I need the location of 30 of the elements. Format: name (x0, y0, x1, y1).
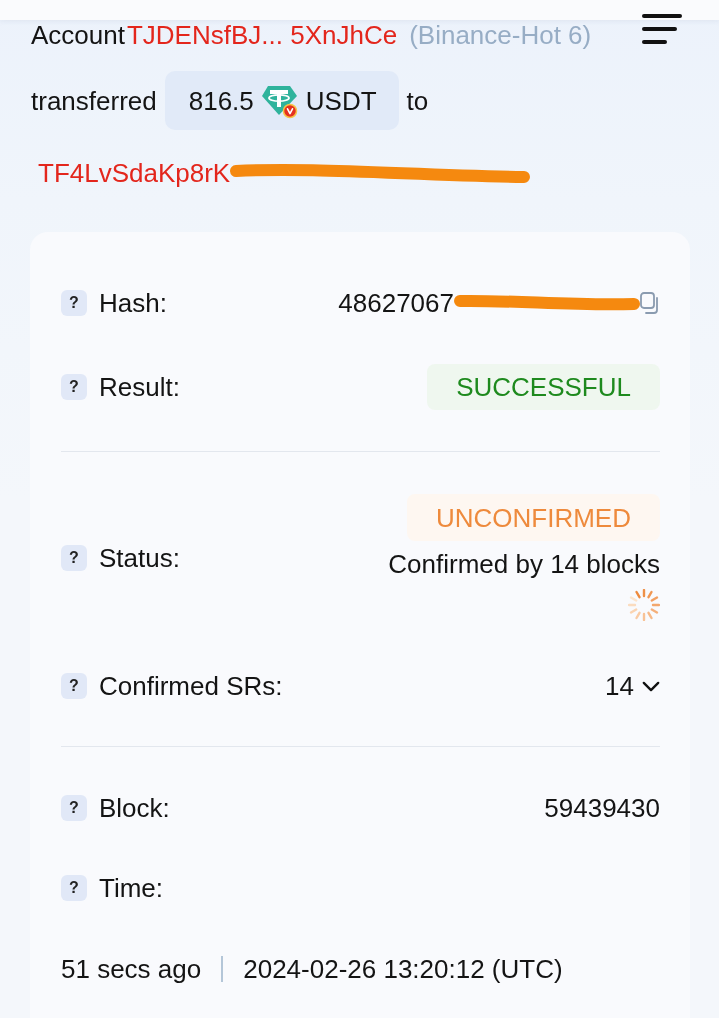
token-symbol: USDT (305, 85, 377, 116)
to-label: to (406, 85, 429, 116)
help-button[interactable]: ? (61, 795, 87, 821)
help-button[interactable]: ? (61, 875, 87, 901)
status-badge: UNCONFIRMED (407, 494, 660, 541)
field-label: Time: (99, 873, 164, 903)
timestamp: 2024-02-26 13:20:12 (UTC) (243, 954, 563, 984)
field-label: Hash: (99, 288, 167, 318)
help-button[interactable]: ? (61, 673, 87, 699)
confirmed-srs-dropdown[interactable]: 14 (605, 671, 660, 701)
help-button[interactable]: ? (61, 374, 87, 400)
help-button[interactable]: ? (61, 290, 87, 316)
copy-icon[interactable] (640, 292, 660, 314)
menu-icon[interactable] (642, 14, 682, 44)
field-label: Status: (99, 542, 180, 573)
block-number: 59439430 (544, 793, 660, 823)
recipient-address-link[interactable]: TF4LvSdaKp8rK (38, 158, 231, 188)
field-label: Result: (99, 372, 180, 402)
hash-value: 48627067 (338, 288, 454, 318)
field-label: Confirmed SRs: (99, 671, 283, 701)
amount-value: 816.5 (188, 85, 254, 116)
account-tag: (Binance-Hot 6) (409, 20, 592, 50)
help-button[interactable]: ? (61, 544, 87, 571)
result-badge: SUCCESSFUL (427, 364, 660, 410)
account-label: Account (31, 20, 125, 50)
confirmation-note: Confirmed by 14 blocks (388, 549, 660, 579)
relative-time: 51 secs ago (61, 954, 202, 984)
account-address-link[interactable]: TJDENsfBJ... 5XnJhCe (126, 20, 398, 50)
field-label: Block: (99, 793, 170, 823)
transferred-label: transferred (31, 85, 157, 116)
